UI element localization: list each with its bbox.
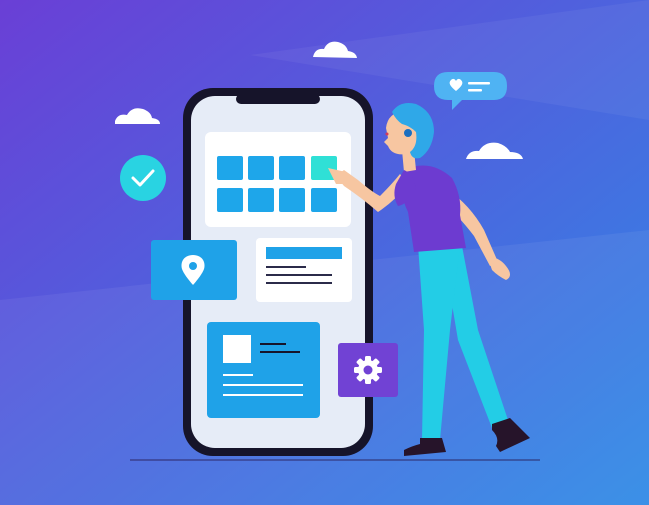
text-line bbox=[260, 343, 286, 345]
lips bbox=[385, 132, 389, 136]
chat-line bbox=[468, 82, 490, 85]
app-tile[interactable] bbox=[217, 188, 243, 212]
app-tile[interactable] bbox=[311, 188, 337, 212]
chat-line bbox=[468, 89, 482, 92]
app-tile[interactable] bbox=[279, 188, 305, 212]
app-tile[interactable] bbox=[248, 188, 274, 212]
text-line bbox=[260, 351, 300, 353]
text-line bbox=[266, 266, 306, 268]
app-tile[interactable] bbox=[279, 156, 305, 180]
text-card bbox=[256, 238, 352, 302]
text-card-header bbox=[266, 247, 342, 259]
app-tile[interactable] bbox=[217, 156, 243, 180]
text-line bbox=[266, 274, 332, 276]
text-line bbox=[223, 374, 253, 376]
settings-card bbox=[338, 343, 398, 397]
text-line bbox=[266, 282, 332, 284]
illustration-svg bbox=[0, 0, 649, 505]
location-card bbox=[151, 240, 237, 300]
profile-card bbox=[207, 322, 320, 418]
app-tile[interactable] bbox=[248, 156, 274, 180]
earring bbox=[404, 129, 412, 137]
gear-icon[interactable] bbox=[354, 356, 382, 384]
illustration-canvas bbox=[0, 0, 649, 505]
check-icon bbox=[120, 155, 166, 201]
text-line bbox=[223, 394, 303, 396]
text-line bbox=[223, 384, 303, 386]
avatar-placeholder bbox=[223, 335, 251, 363]
phone-notch bbox=[236, 94, 320, 104]
